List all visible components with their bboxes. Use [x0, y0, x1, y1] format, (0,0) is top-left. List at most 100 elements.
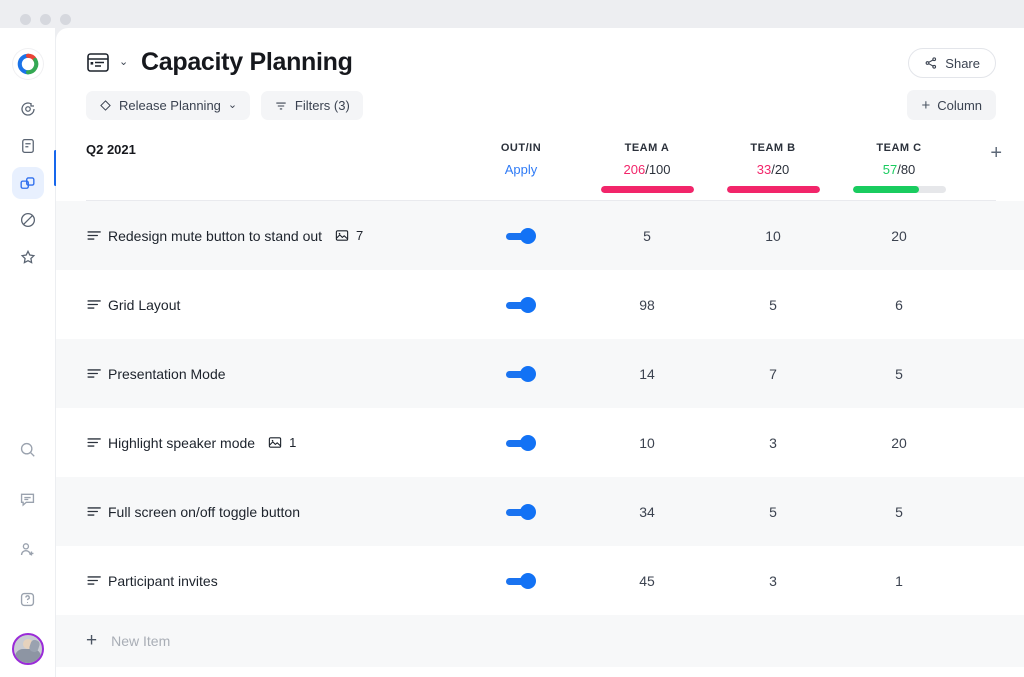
- table-header: Q2 2021 OUT/IN Apply TEAM A 206/100 TEAM…: [56, 134, 1024, 200]
- column-header-label: TEAM A: [584, 134, 710, 154]
- row-cell-value[interactable]: 45: [584, 573, 710, 589]
- board-title-chevron-icon[interactable]: ⌄: [119, 57, 128, 68]
- plus-icon: +: [921, 97, 930, 114]
- table-row[interactable]: Full screen on/off toggle button3455: [56, 477, 1024, 546]
- toggle-knob: [520, 297, 536, 313]
- row-cell-value[interactable]: 34: [584, 504, 710, 520]
- row-toggle-cell: [458, 438, 584, 448]
- board-view-icon[interactable]: [86, 52, 110, 73]
- board-toolbar: ⌄ Capacity Planning Share + Column: [56, 28, 1024, 120]
- capacity-used: 206: [623, 162, 645, 177]
- row-cell-value[interactable]: 10: [710, 228, 836, 244]
- row-cell-value[interactable]: 14: [584, 366, 710, 382]
- window-minimize-button[interactable]: [40, 14, 51, 25]
- column-header-team-c: TEAM C 57/80: [836, 134, 962, 193]
- row-cell-value[interactable]: 20: [836, 228, 962, 244]
- boards-icon: [18, 174, 37, 193]
- drag-handle-icon[interactable]: [86, 505, 108, 518]
- out-in-toggle[interactable]: [506, 300, 536, 310]
- capacity-table: Q2 2021 OUT/IN Apply TEAM A 206/100 TEAM…: [56, 134, 1024, 667]
- row-cell-value[interactable]: 20: [836, 435, 962, 451]
- apply-link[interactable]: Apply: [458, 162, 584, 177]
- capacity-used: 33: [757, 162, 771, 177]
- row-title-text: Presentation Mode: [108, 366, 226, 382]
- row-cell-value[interactable]: 5: [710, 297, 836, 313]
- add-column-button[interactable]: + Column: [907, 90, 996, 120]
- sidebar-item-blocked[interactable]: [12, 204, 44, 236]
- app-logo-c[interactable]: [13, 49, 43, 79]
- messages-button[interactable]: [12, 483, 44, 515]
- row-cell-value[interactable]: 5: [584, 228, 710, 244]
- table-row[interactable]: Participant invites4531: [56, 546, 1024, 615]
- capacity-bar-fill: [853, 186, 919, 193]
- sidebar-bottom-nav: [12, 433, 44, 665]
- column-header-team-a: TEAM A 206/100: [584, 134, 710, 193]
- row-cell-value[interactable]: 98: [584, 297, 710, 313]
- row-toggle-cell: [458, 231, 584, 241]
- drag-handle-icon[interactable]: [86, 229, 108, 242]
- user-avatar[interactable]: [12, 633, 44, 665]
- table-row[interactable]: Presentation Mode 1475: [56, 339, 1024, 408]
- out-in-toggle[interactable]: [506, 576, 536, 586]
- drag-handle-icon[interactable]: [86, 574, 108, 587]
- drag-handle-icon[interactable]: [86, 436, 108, 449]
- capacity-value: 57/80: [836, 162, 962, 177]
- row-title-text: Redesign mute button to stand out: [108, 228, 322, 244]
- drag-handle-icon[interactable]: [86, 367, 108, 380]
- out-in-toggle[interactable]: [506, 231, 536, 241]
- out-in-toggle[interactable]: [506, 507, 536, 517]
- capacity-used: 57: [883, 162, 897, 177]
- sidebar-item-favorites[interactable]: [12, 241, 44, 273]
- sidebar-item-docs[interactable]: [12, 130, 44, 162]
- row-title-text: Grid Layout: [108, 297, 180, 313]
- table-body: Redesign mute button to stand out751020G…: [56, 201, 1024, 615]
- capacity-bar-track: [853, 186, 946, 193]
- drag-handle-icon[interactable]: [86, 298, 108, 311]
- toggle-knob: [520, 228, 536, 244]
- view-selector-button[interactable]: Release Planning ⌄: [86, 91, 250, 120]
- row-title: Grid Layout: [108, 297, 458, 313]
- sidebar-item-boards[interactable]: [12, 167, 44, 199]
- attachment-group[interactable]: 1: [267, 435, 296, 450]
- row-cell-value[interactable]: 1: [836, 573, 962, 589]
- share-icon: [924, 56, 938, 70]
- main-content: ⌄ Capacity Planning Share + Column: [56, 28, 1024, 677]
- table-row[interactable]: Grid Layout 9856: [56, 270, 1024, 339]
- add-column-header-icon[interactable]: +: [990, 142, 1002, 165]
- row-title: Full screen on/off toggle button: [108, 504, 458, 520]
- no-entry-icon: [19, 211, 37, 229]
- row-toggle-cell: [458, 507, 584, 517]
- row-cell-value[interactable]: 3: [710, 435, 836, 451]
- invite-button[interactable]: [12, 533, 44, 565]
- image-icon: [267, 435, 283, 450]
- row-cell-value[interactable]: 3: [710, 573, 836, 589]
- sidebar-item-goals[interactable]: [12, 93, 44, 125]
- window-maximize-button[interactable]: [60, 14, 71, 25]
- window-close-button[interactable]: [20, 14, 31, 25]
- table-row[interactable]: Redesign mute button to stand out 7 51020: [56, 201, 1024, 270]
- search-icon: [18, 440, 37, 459]
- row-cell-value[interactable]: 7: [710, 366, 836, 382]
- search-button[interactable]: [12, 433, 44, 465]
- row-cell-value[interactable]: 5: [836, 504, 962, 520]
- share-button-label: Share: [945, 56, 980, 71]
- document-icon: [19, 137, 37, 155]
- row-cell-value[interactable]: 10: [584, 435, 710, 451]
- capacity-bar-track: [727, 186, 820, 193]
- share-button[interactable]: Share: [908, 48, 996, 78]
- attachment-group[interactable]: 7: [334, 228, 363, 243]
- help-button[interactable]: [12, 583, 44, 615]
- row-cell-value[interactable]: 5: [710, 504, 836, 520]
- out-in-toggle[interactable]: [506, 438, 536, 448]
- row-cell-value[interactable]: 6: [836, 297, 962, 313]
- row-title: Redesign mute button to stand out 7: [108, 228, 458, 244]
- filters-button[interactable]: Filters (3): [261, 91, 363, 120]
- board-title-row: ⌄ Capacity Planning: [86, 48, 996, 77]
- out-in-toggle[interactable]: [506, 369, 536, 379]
- image-icon: [334, 228, 350, 243]
- row-cell-value[interactable]: 5: [836, 366, 962, 382]
- column-header-label: TEAM C: [836, 134, 962, 154]
- plus-icon: +: [86, 630, 97, 652]
- new-item-row[interactable]: + New Item: [56, 615, 1024, 667]
- table-row[interactable]: Highlight speaker mode110320: [56, 408, 1024, 477]
